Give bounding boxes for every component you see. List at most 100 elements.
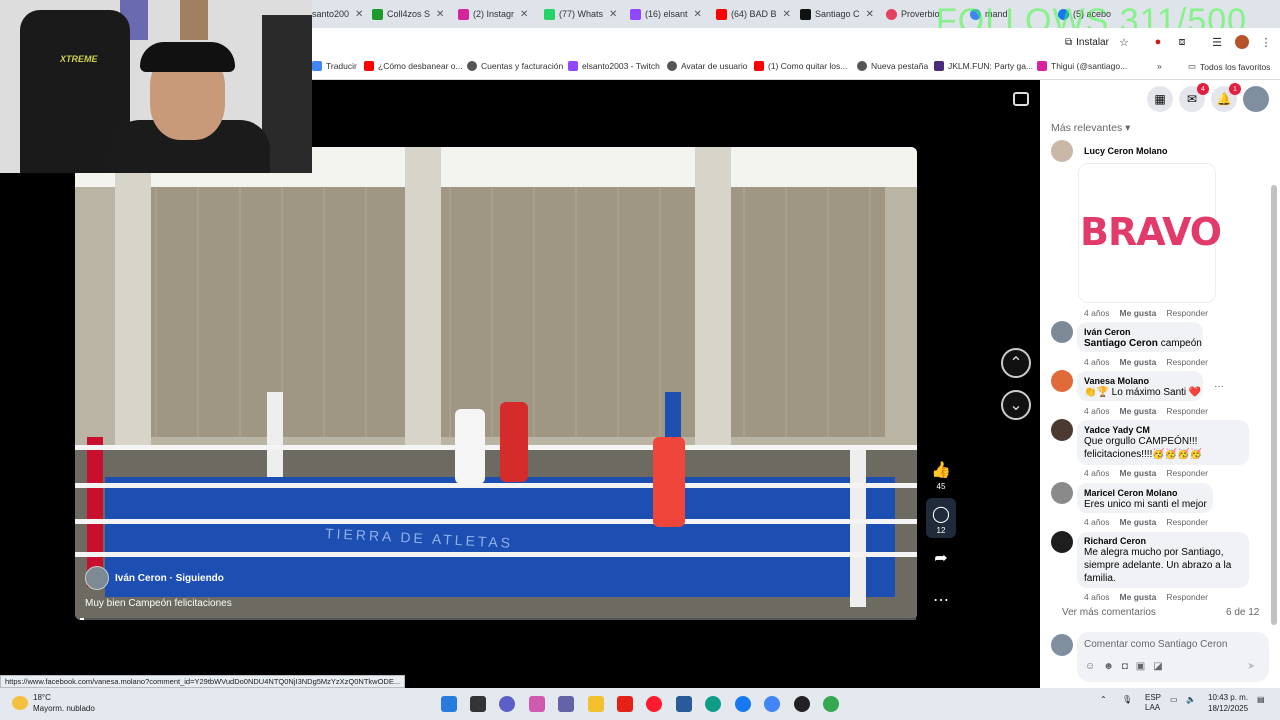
- comment-icon[interactable]: ◯: [926, 504, 956, 524]
- camera-icon[interactable]: ◘: [1122, 661, 1128, 672]
- language-indicator[interactable]: ESP LAA: [1145, 693, 1161, 713]
- comment-options-icon[interactable]: ···: [1214, 380, 1224, 393]
- bookmark-8[interactable]: Thigui (@santiago...: [1037, 61, 1127, 71]
- next-video-button[interactable]: ⌄: [1001, 390, 1031, 420]
- comment-time[interactable]: 4 años: [1084, 308, 1110, 318]
- commenter-avatar[interactable]: [1051, 531, 1073, 553]
- task-view-icon[interactable]: [470, 696, 486, 712]
- author-avatar[interactable]: [85, 566, 109, 590]
- close-icon[interactable]: ✕: [355, 9, 363, 20]
- chrome-profile-icon[interactable]: [823, 696, 839, 712]
- sort-dropdown[interactable]: Más relevantes ▾: [1051, 122, 1130, 134]
- network-icon[interactable]: ▭: [1170, 695, 1178, 704]
- reply-action[interactable]: Responder: [1166, 406, 1208, 416]
- gif-icon[interactable]: ▣: [1136, 661, 1145, 672]
- reply-action[interactable]: Responder: [1166, 517, 1208, 527]
- avatar-sticker-icon[interactable]: ☺: [1085, 661, 1095, 672]
- bookmarks-overflow-chevron-icon[interactable]: »: [1157, 61, 1162, 71]
- comment-author[interactable]: Lucy Ceron Molano: [1084, 146, 1168, 156]
- video-author[interactable]: Iván Ceron · Siguiendo: [115, 573, 224, 584]
- sticker-icon[interactable]: ◪: [1153, 661, 1162, 672]
- bookmark-6[interactable]: Nueva pestaña: [857, 61, 928, 71]
- notification-center-icon[interactable]: ▤: [1257, 695, 1265, 704]
- system-clock[interactable]: 10:43 p. m. 18/12/2025: [1208, 692, 1248, 714]
- commenter-avatar[interactable]: [1051, 482, 1073, 504]
- tray-overflow-chevron-icon[interactable]: ⌃: [1100, 695, 1107, 704]
- reply-action[interactable]: Responder: [1166, 468, 1208, 478]
- send-icon[interactable]: ➤: [1247, 660, 1255, 673]
- profile-avatar[interactable]: [1235, 35, 1249, 49]
- comment-author[interactable]: Iván Ceron: [1084, 327, 1131, 337]
- like-action[interactable]: Me gusta: [1120, 308, 1157, 318]
- volume-icon[interactable]: 🔈: [1186, 695, 1196, 704]
- commenter-avatar[interactable]: [1051, 419, 1073, 441]
- microphone-icon[interactable]: 🎙: [1122, 695, 1132, 704]
- comment-author[interactable]: Vanesa Molano: [1084, 376, 1149, 386]
- all-favorites[interactable]: ▭ Todos los favoritos: [1188, 61, 1270, 72]
- reply-action[interactable]: Responder: [1166, 357, 1208, 367]
- previous-video-button[interactable]: ⌃: [1001, 348, 1031, 378]
- weather-temp[interactable]: 18°C: [33, 693, 51, 702]
- comment-time[interactable]: 4 años: [1084, 406, 1110, 416]
- panel-scrollbar[interactable]: [1271, 185, 1277, 625]
- bookmark-5[interactable]: (1) Como quitar los...: [754, 61, 847, 71]
- comment-time[interactable]: 4 años: [1084, 468, 1110, 478]
- comment-author[interactable]: Maricel Ceron Molano: [1084, 488, 1178, 498]
- video-progress-bar[interactable]: [80, 618, 916, 620]
- chrome-icon[interactable]: [764, 696, 780, 712]
- star-icon[interactable]: ☆: [1117, 35, 1131, 49]
- close-icon[interactable]: ✕: [436, 9, 444, 20]
- install-button[interactable]: ⧉ Instalar: [1057, 33, 1117, 51]
- comment-time[interactable]: 4 años: [1084, 592, 1110, 602]
- comment-author[interactable]: Yadce Yady CM: [1084, 425, 1150, 435]
- close-icon[interactable]: ✕: [609, 9, 617, 20]
- menu-icon[interactable]: ⋮: [1259, 35, 1273, 49]
- chrome-dev-icon[interactable]: [794, 696, 810, 712]
- reply-action[interactable]: Responder: [1166, 592, 1208, 602]
- youtube-icon[interactable]: [617, 696, 633, 712]
- weather-desc[interactable]: Mayorm. nublado: [33, 704, 95, 713]
- like-action[interactable]: Me gusta: [1120, 357, 1157, 367]
- chat-icon[interactable]: [499, 696, 515, 712]
- tab-1[interactable]: Coll4zos S ✕: [372, 4, 452, 24]
- expand-icon[interactable]: [1013, 92, 1029, 106]
- share-icon[interactable]: ➦: [926, 548, 956, 568]
- reading-list-icon[interactable]: ☰: [1210, 35, 1224, 49]
- bookmark-3[interactable]: elsanto2003 - Twitch: [568, 61, 660, 71]
- like-icon[interactable]: 👍: [926, 460, 956, 480]
- like-action[interactable]: Me gusta: [1120, 517, 1157, 527]
- tab-2[interactable]: (2) Instagr ✕: [458, 4, 538, 24]
- close-icon[interactable]: ✕: [520, 9, 528, 20]
- bookmark-1[interactable]: ¿Cómo desbanear o...: [364, 61, 463, 71]
- like-action[interactable]: Me gusta: [1120, 468, 1157, 478]
- close-icon[interactable]: ✕: [866, 9, 874, 20]
- bookmark-7[interactable]: JKLM.FUN: Party ga...: [934, 61, 1033, 71]
- commenter-avatar[interactable]: [1051, 140, 1073, 162]
- file-explorer-icon[interactable]: [588, 696, 604, 712]
- like-action[interactable]: Me gusta: [1120, 406, 1157, 416]
- start-windows-icon[interactable]: [441, 696, 457, 712]
- bookmark-4[interactable]: Avatar de usuario: [667, 61, 747, 71]
- weather-icon[interactable]: [12, 696, 28, 710]
- edge-icon[interactable]: [705, 696, 721, 712]
- commenter-avatar[interactable]: [1051, 321, 1073, 343]
- close-icon[interactable]: ✕: [694, 9, 702, 20]
- bookmark-2[interactable]: Cuentas y facturación: [467, 61, 563, 71]
- comment-time[interactable]: 4 años: [1084, 357, 1110, 367]
- tab-3[interactable]: (77) Whats ✕: [544, 4, 624, 24]
- extensions-icon[interactable]: ⧈: [1175, 35, 1189, 49]
- commenter-avatar[interactable]: [1051, 370, 1073, 392]
- teams-icon[interactable]: [558, 696, 574, 712]
- store-icon[interactable]: [676, 696, 692, 712]
- tab-5[interactable]: (64) BAD B ✕: [716, 4, 796, 24]
- opera-extension-icon[interactable]: ●: [1151, 35, 1165, 49]
- more-options-icon[interactable]: ⋯: [926, 590, 956, 610]
- reply-action[interactable]: Responder: [1166, 308, 1208, 318]
- close-icon[interactable]: ✕: [783, 9, 791, 20]
- comment-mention[interactable]: Santiago Ceron: [1084, 338, 1158, 349]
- comment-time[interactable]: 4 años: [1084, 517, 1110, 527]
- like-action[interactable]: Me gusta: [1120, 592, 1157, 602]
- emoji-icon[interactable]: ☻: [1103, 661, 1114, 672]
- facebook-icon[interactable]: [735, 696, 751, 712]
- bookmark-0[interactable]: Traducir: [312, 61, 357, 71]
